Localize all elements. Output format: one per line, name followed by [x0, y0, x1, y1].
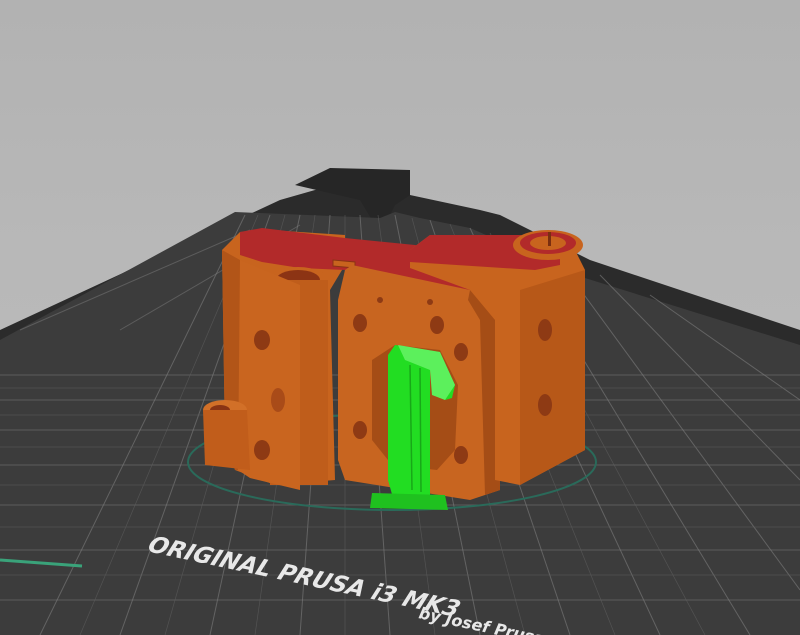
3d-preview-viewport[interactable]: ORIGINAL PRUSA i3 MK3 by Josef Prusa [0, 0, 800, 635]
3d-scene[interactable]: ORIGINAL PRUSA i3 MK3 by Josef Prusa [0, 0, 800, 635]
